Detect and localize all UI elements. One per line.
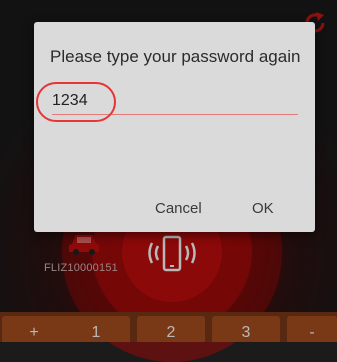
dialog-title: Please type your password again <box>50 47 301 66</box>
ok-button[interactable]: OK <box>252 200 274 217</box>
annotation-highlight-ring <box>36 82 116 122</box>
password-dialog: Please type your password again Cancel O… <box>34 22 315 232</box>
cancel-button[interactable]: Cancel <box>155 200 202 217</box>
